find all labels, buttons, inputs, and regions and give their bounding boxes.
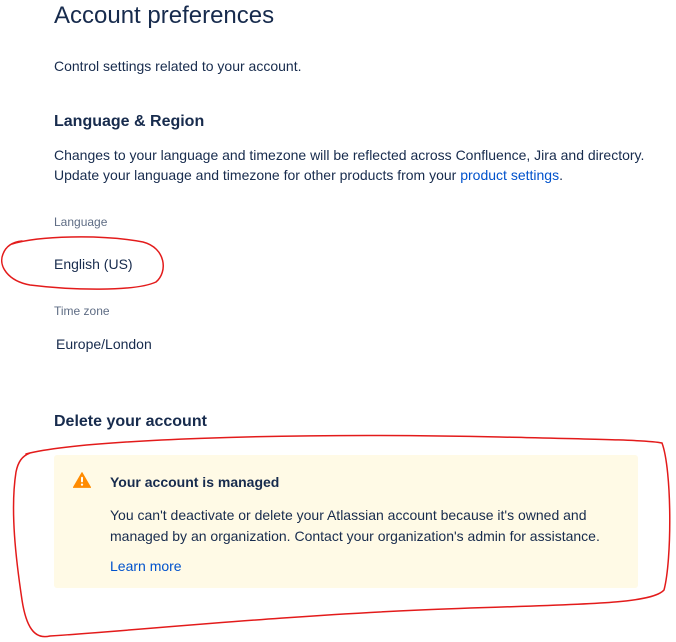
warning-title: Your account is managed [110, 474, 280, 490]
language-region-heading: Language & Region [54, 113, 205, 130]
description-line-2: Update your language and timezone for ot… [54, 165, 644, 185]
delete-account-heading: Delete your account [54, 413, 207, 430]
timezone-value[interactable]: Europe/London [56, 336, 152, 352]
learn-more-link[interactable]: Learn more [110, 558, 182, 574]
managed-account-warning: Your account is managed You can't deacti… [54, 455, 638, 588]
warning-triangle-icon [73, 472, 91, 488]
description-period: . [559, 167, 563, 183]
warning-body: You can't deactivate or delete your Atla… [110, 507, 600, 544]
language-value[interactable]: English (US) [54, 256, 133, 272]
description-line-1: Changes to your language and timezone wi… [54, 147, 645, 163]
page-title: Account preferences [54, 2, 275, 29]
description-line-2-text: Update your language and timezone for ot… [54, 167, 461, 183]
timezone-label: Time zone [54, 304, 110, 318]
language-label: Language [54, 215, 108, 229]
page-intro: Control settings related to your account… [54, 58, 302, 74]
product-settings-link[interactable]: product settings [460, 167, 559, 183]
language-region-description: Changes to your language and timezone wi… [54, 145, 644, 185]
